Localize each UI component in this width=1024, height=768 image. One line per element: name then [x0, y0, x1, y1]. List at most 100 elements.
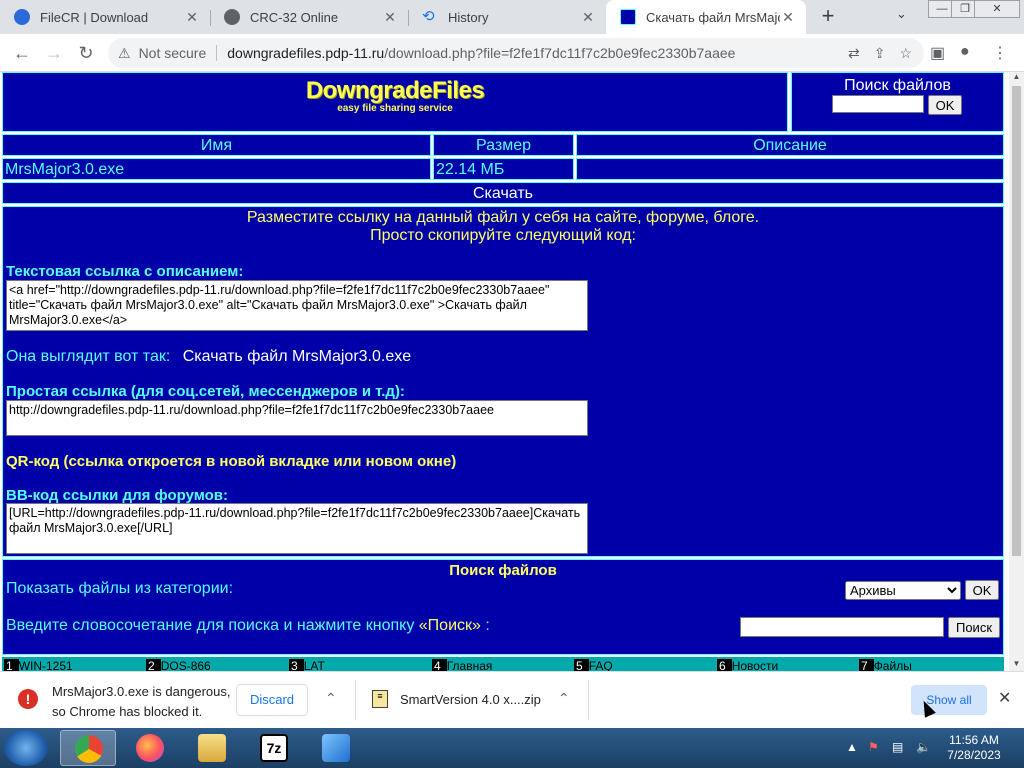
- warning-icon[interactable]: ⚠: [118, 45, 131, 62]
- header-search-box: Поиск файлов OK: [791, 72, 1004, 132]
- query-label-prefix: Введите словосочетание для поиска и нажм…: [6, 617, 419, 634]
- chevron-up-icon[interactable]: ⌃: [558, 690, 570, 707]
- menu-kebab-icon[interactable]: ⋮: [992, 43, 1008, 63]
- menu-item-news[interactable]: 6 Новости: [717, 659, 778, 671]
- download-item-zip[interactable]: SmartVersion 4.0 x....zip: [400, 692, 541, 707]
- close-tab-icon[interactable]: ✕: [580, 9, 596, 26]
- menu-item-number: 5: [574, 659, 589, 671]
- qr-code-link[interactable]: QR-код (ссылка откроется в новой вкладке…: [6, 453, 456, 470]
- filecr-favicon-icon: [14, 9, 30, 25]
- download-shelf: ! MrsMajor3.0.exe is dangerous, so Chrom…: [0, 671, 1024, 728]
- tab-strip: FileCR | Download ✕ CRC-32 Online ✕ ⟲ Hi…: [0, 0, 1024, 34]
- column-header-description: Описание: [576, 134, 1004, 156]
- category-select[interactable]: Архивы: [845, 581, 961, 600]
- blocked-line2: so Chrome has blocked it.: [52, 704, 203, 719]
- site-favicon-icon: [620, 9, 636, 25]
- file-search-title: Поиск файлов: [449, 562, 557, 579]
- header-search-input[interactable]: [832, 95, 924, 113]
- column-header-name: Имя: [2, 134, 431, 156]
- blocked-line1: MrsMajor3.0.exe is dangerous,: [52, 684, 231, 699]
- not-secure-label[interactable]: Not secure: [139, 45, 207, 61]
- simple-link-code-field[interactable]: http://downgradefiles.pdp-11.ru/download…: [6, 400, 588, 436]
- query-label-button-name: «Поиск»: [418, 617, 481, 634]
- url-path: /download.php?file=f2fe1f7dc11f7c2b0e9fe…: [384, 45, 736, 61]
- close-tab-icon[interactable]: ✕: [184, 9, 200, 26]
- share-intro-line1: Разместите ссылку на данный файл у себя …: [246, 209, 760, 226]
- menu-item-files[interactable]: 7 Файлы: [859, 659, 912, 671]
- chevron-up-icon[interactable]: ⌃: [325, 690, 337, 707]
- folder-icon: [198, 734, 226, 762]
- close-window-icon[interactable]: ✕: [974, 0, 1020, 18]
- translate-icon[interactable]: ⇄: [848, 45, 860, 62]
- profile-avatar-icon[interactable]: ●: [960, 43, 970, 61]
- new-tab-icon[interactable]: +: [816, 4, 840, 28]
- menu-item-faq[interactable]: 5 FAQ: [574, 659, 613, 671]
- globe-icon: [224, 9, 240, 25]
- file-search-section: Поиск файлов Показать файлы из категории…: [2, 559, 1004, 655]
- back-icon[interactable]: ←: [10, 41, 34, 65]
- search-query-input[interactable]: [740, 617, 944, 637]
- 7zip-icon: 7z: [260, 734, 288, 762]
- zip-file-icon: ≡: [372, 690, 388, 708]
- category-ok-button[interactable]: OK: [965, 580, 999, 600]
- reload-icon[interactable]: ↻: [74, 41, 98, 65]
- scrollbar-thumb[interactable]: [1012, 86, 1021, 556]
- taskbar-7zip[interactable]: 7z: [246, 730, 302, 766]
- tab-crc32[interactable]: CRC-32 Online ✕: [210, 0, 408, 34]
- network-icon[interactable]: ▤: [892, 740, 903, 754]
- taskbar-explorer[interactable]: [184, 730, 240, 766]
- header-search-ok-button[interactable]: OK: [928, 95, 962, 115]
- scroll-up-icon[interactable]: ▲: [1009, 72, 1024, 84]
- discard-button[interactable]: Discard: [236, 684, 308, 716]
- menu-item-number: 6: [717, 659, 732, 671]
- preview-download-link[interactable]: Скачать файл MrsMajor3.0.exe: [183, 348, 411, 365]
- start-button-icon[interactable]: [4, 730, 48, 766]
- taskbar-app-blue[interactable]: [308, 730, 364, 766]
- search-button[interactable]: Поиск: [948, 617, 1000, 638]
- looks-like-label: Она выглядит вот так:: [6, 348, 171, 365]
- address-bar[interactable]: ⚠ Not secure downgradefiles.pdp-11.ru/do…: [108, 38, 924, 68]
- close-tab-icon[interactable]: ✕: [382, 9, 398, 26]
- text-link-label: Текстовая ссылка с описанием:: [6, 263, 244, 280]
- tab-filecr[interactable]: FileCR | Download ✕: [0, 0, 210, 34]
- close-tab-icon[interactable]: ✕: [780, 9, 796, 26]
- tray-expand-icon[interactable]: ▲: [846, 740, 858, 754]
- menu-item-number: 2: [146, 659, 161, 671]
- firefox-icon: [136, 734, 164, 762]
- system-clock[interactable]: 11:56 AM 7/28/2023: [944, 733, 1004, 763]
- site-logo[interactable]: DowngradeFiles: [3, 77, 787, 105]
- url-text[interactable]: downgradefiles.pdp-11.ru/download.php?fi…: [227, 45, 735, 61]
- menu-item-label: Новости: [731, 659, 779, 671]
- volume-icon[interactable]: 🔈: [916, 740, 931, 754]
- blocked-download-message: MrsMajor3.0.exe is dangerous, so Chrome …: [52, 682, 230, 722]
- tab-history[interactable]: ⟲ History ✕: [408, 0, 606, 34]
- tab-title: History: [448, 9, 489, 25]
- taskbar-chrome[interactable]: [60, 730, 116, 766]
- tab-search-chevron-icon[interactable]: ⌄: [896, 6, 916, 22]
- side-panel-icon[interactable]: ▣: [930, 43, 945, 63]
- tab-download-page[interactable]: Скачать файл MrsMajor3 ✕: [606, 0, 806, 34]
- file-description-cell: [576, 158, 1004, 180]
- column-header-size: Размер: [433, 134, 574, 156]
- menu-item-home[interactable]: 4 Главная: [432, 659, 492, 671]
- forward-icon[interactable]: →: [42, 41, 66, 65]
- menu-item-label: WIN-1251: [18, 659, 73, 671]
- download-link[interactable]: Скачать: [2, 182, 1004, 204]
- page-viewport: DowngradeFiles easy file sharing service…: [0, 72, 1024, 671]
- query-label-suffix: :: [480, 617, 490, 634]
- bb-code-field[interactable]: [URL=http://downgradefiles.pdp-11.ru/dow…: [6, 503, 588, 554]
- menu-item-win1251[interactable]: 1 WIN-1251: [4, 659, 73, 671]
- action-center-icon[interactable]: ⚑: [868, 740, 879, 754]
- menu-item-dos866[interactable]: 2 DOS-866: [146, 659, 211, 671]
- scroll-down-icon[interactable]: ▼: [1009, 659, 1024, 671]
- clock-date: 7/28/2023: [947, 748, 1001, 762]
- browser-toolbar: ← → ↻ ⚠ Not secure downgradefiles.pdp-11…: [0, 34, 1024, 72]
- share-icon[interactable]: ⇪: [874, 45, 886, 62]
- menu-item-number: 3: [289, 659, 304, 671]
- bookmark-star-icon[interactable]: ☆: [899, 45, 912, 62]
- text-link-code-field[interactable]: <a href="http://downgradefiles.pdp-11.ru…: [6, 280, 588, 331]
- page-scrollbar[interactable]: ▲ ▼: [1009, 72, 1024, 671]
- close-shelf-icon[interactable]: ✕: [998, 688, 1011, 708]
- menu-item-lat[interactable]: 3 LAT: [289, 659, 325, 671]
- taskbar-firefox[interactable]: [122, 730, 178, 766]
